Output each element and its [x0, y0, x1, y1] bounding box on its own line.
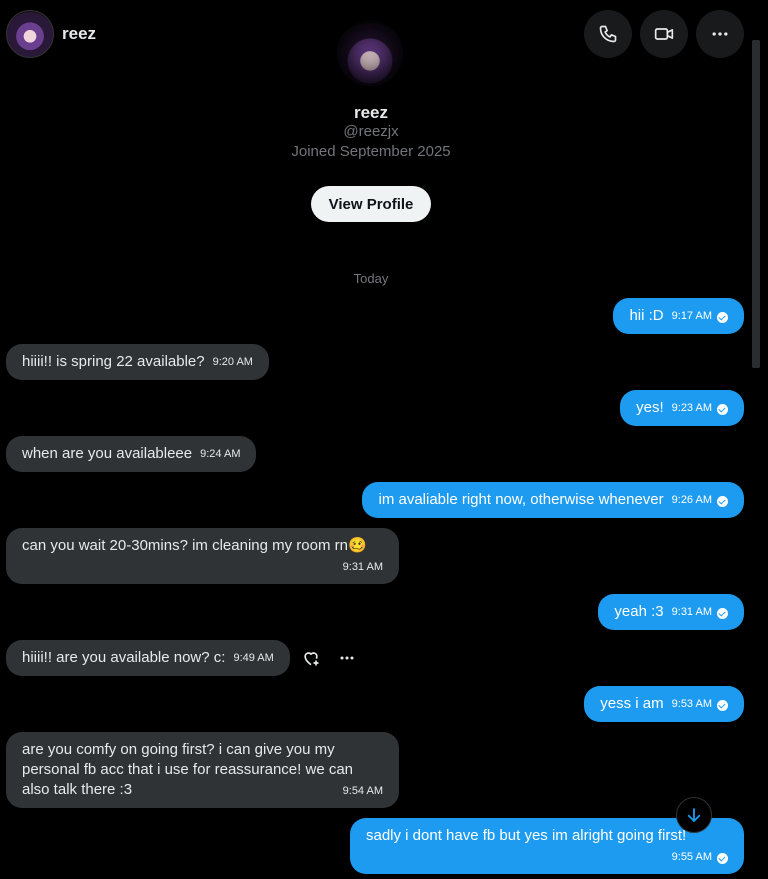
message-text: yeah :3 [614, 603, 664, 620]
message-received[interactable]: hiiii!! is spring 22 available? 9:20 AM [6, 344, 269, 380]
message-sent[interactable]: im avaliable right now, otherwise whenev… [362, 482, 744, 518]
read-check-icon [717, 311, 728, 323]
message-time: 9:31 AM [671, 606, 712, 618]
message-text-line: personal fb acc that i use for reassuran… [22, 761, 354, 778]
ellipsis-icon [712, 32, 728, 36]
avatar[interactable] [6, 10, 54, 58]
message-text: hiiii!! are you available now? c: [22, 649, 226, 666]
read-check-icon [717, 607, 728, 619]
read-check-icon [717, 699, 728, 711]
message-text: yess i am [600, 695, 664, 712]
message-more-icon[interactable] [337, 648, 357, 668]
message-time: 9:17 AM [671, 310, 712, 322]
message-received[interactable]: can you wait 20-30mins? im cleaning my r… [6, 528, 399, 584]
message-text-line: are you comfy on going first? i can give… [22, 741, 335, 758]
profile-handle: @reezjx [343, 123, 399, 140]
read-check-icon [717, 403, 728, 415]
date-divider: Today [353, 271, 389, 286]
add-reaction-icon[interactable] [301, 648, 321, 668]
message-text-line: also talk there :3 [22, 781, 133, 798]
profile-name: reez [353, 103, 389, 122]
message-time: 9:54 AM [342, 785, 383, 797]
message-sent[interactable]: yess i am 9:53 AM [584, 686, 744, 722]
message-time: 9:26 AM [671, 494, 712, 506]
message-time: 9:24 AM [200, 448, 241, 460]
message-text: hiiii!! is spring 22 available? [22, 353, 205, 370]
profile-avatar[interactable] [337, 20, 403, 86]
message-text: can you wait 20-30mins? im cleaning my r… [22, 537, 367, 554]
message-text: im avaliable right now, otherwise whenev… [378, 491, 664, 508]
header-username[interactable]: reez [62, 24, 96, 44]
message-sent[interactable]: yes! 9:23 AM [620, 390, 744, 426]
message-sent[interactable]: yeah :3 9:31 AM [598, 594, 744, 630]
arrow-down-icon [687, 808, 701, 822]
call-button[interactable] [584, 10, 632, 58]
message-received[interactable]: are you comfy on going first? i can give… [6, 732, 399, 808]
read-check-icon [717, 852, 728, 864]
view-profile-button[interactable]: View Profile [311, 186, 431, 222]
message-received[interactable]: hiiii!! are you available now? c: 9:49 A… [6, 640, 290, 676]
scrollbar[interactable] [752, 40, 760, 368]
profile-joined-date: Joined September 2025 [291, 143, 451, 160]
message-time: 9:55 AM [671, 851, 712, 863]
message-received[interactable]: when are you availableee 9:24 AM [6, 436, 257, 472]
message-time: 9:20 AM [212, 356, 253, 368]
message-time: 9:23 AM [671, 402, 712, 414]
message-text: hii :D [629, 307, 664, 324]
video-call-button[interactable] [640, 10, 688, 58]
phone-icon [599, 25, 617, 43]
message-text: sadly i dont have fb but yes im alright … [366, 827, 687, 844]
message-time: 9:31 AM [342, 561, 383, 573]
message-sent[interactable]: hii :D 9:17 AM [613, 298, 744, 334]
more-options-button[interactable] [696, 10, 744, 58]
scroll-to-bottom-button[interactable] [676, 797, 712, 833]
message-text: yes! [636, 399, 664, 416]
read-check-icon [717, 495, 728, 507]
message-time: 9:49 AM [233, 652, 274, 664]
message-text: when are you availableee [22, 445, 193, 462]
message-time: 9:53 AM [671, 698, 712, 710]
video-camera-icon [654, 28, 674, 40]
